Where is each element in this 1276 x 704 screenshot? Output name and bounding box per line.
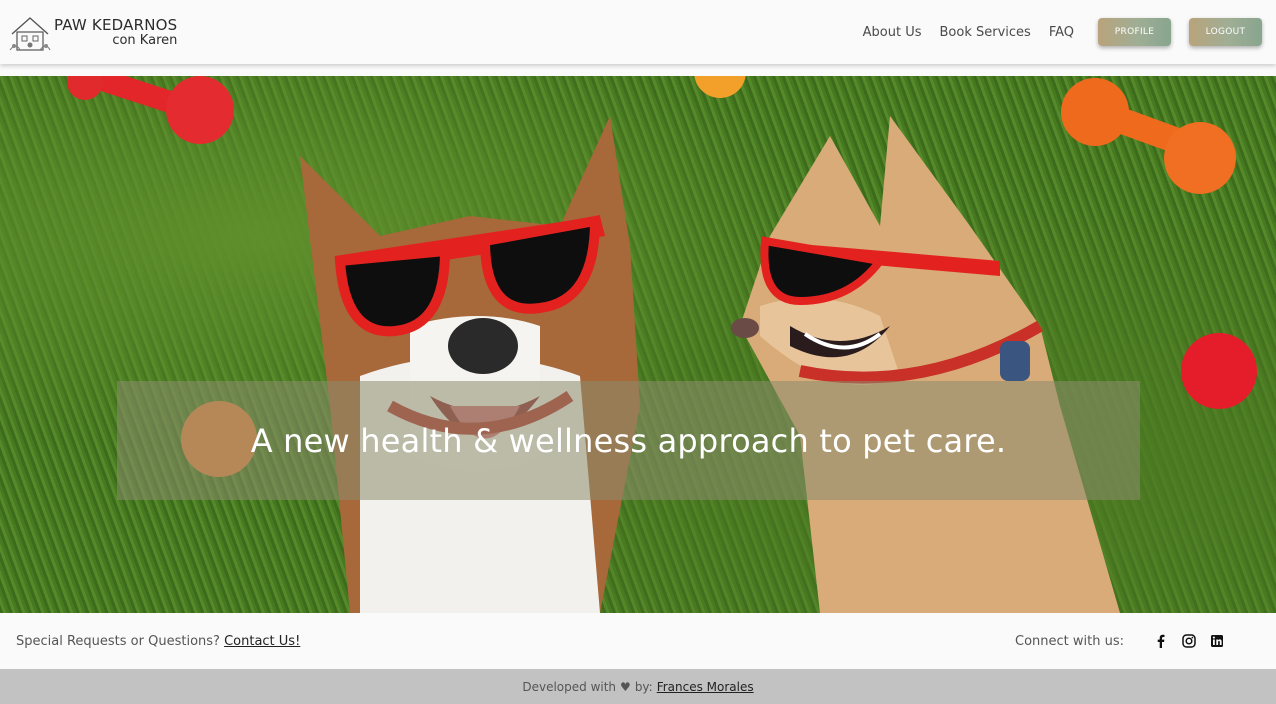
orange-dumbbell-toy xyxy=(1061,78,1236,194)
social-links: Connect with us: xyxy=(1015,634,1260,649)
linkedin-icon[interactable] xyxy=(1210,634,1224,648)
brand-text: PAW KEDARNOS con Karen xyxy=(54,17,177,49)
credit-prefix: Developed with xyxy=(522,679,617,694)
logout-button[interactable]: LOGOUT xyxy=(1189,18,1262,46)
house-paw-logo-icon xyxy=(9,17,51,51)
hero-tagline: A new health & wellness approach to pet … xyxy=(250,421,1007,460)
yellow-ball-toy xyxy=(694,76,746,98)
dog-tag xyxy=(1000,341,1030,381)
credit-by: by: xyxy=(634,679,653,694)
brand-title: PAW KEDARNOS xyxy=(54,16,178,34)
site-logo[interactable]: PAW KEDARNOS con Karen xyxy=(8,12,177,54)
hero-banner: A new health & wellness approach to pet … xyxy=(0,76,1276,613)
contact-prefix: Special Requests or Questions? xyxy=(16,633,220,649)
nav-book-services[interactable]: Book Services xyxy=(940,25,1031,40)
contact-us-link[interactable]: Contact Us! xyxy=(224,634,300,649)
left-dog xyxy=(300,116,640,613)
main-nav: About Us Book Services FAQ PROFILE LOGOU… xyxy=(863,18,1262,46)
hero-dogs-image xyxy=(67,76,1257,613)
facebook-icon[interactable] xyxy=(1154,634,1168,648)
credit-bar: Developed with ♥ by: Frances Morales xyxy=(0,669,1276,704)
tagline-banner: A new health & wellness approach to pet … xyxy=(117,381,1140,500)
author-link[interactable]: Frances Morales xyxy=(657,680,754,694)
right-dog xyxy=(731,116,1120,613)
red-ball-toy xyxy=(1181,333,1257,409)
site-footer: Special Requests or Questions? Contact U… xyxy=(0,613,1276,669)
red-dumbbell-toy xyxy=(67,76,234,144)
site-header: PAW KEDARNOS con Karen About Us Book Ser… xyxy=(0,0,1276,64)
contact-text: Special Requests or Questions? Contact U… xyxy=(16,634,300,649)
brand-subtitle: con Karen xyxy=(112,33,178,48)
nav-about-us[interactable]: About Us xyxy=(863,25,922,40)
heart-icon: ♥ xyxy=(620,679,631,694)
connect-label: Connect with us: xyxy=(1015,633,1124,649)
nav-faq[interactable]: FAQ xyxy=(1049,25,1074,40)
instagram-icon[interactable] xyxy=(1182,634,1196,648)
profile-button[interactable]: PROFILE xyxy=(1098,18,1171,46)
